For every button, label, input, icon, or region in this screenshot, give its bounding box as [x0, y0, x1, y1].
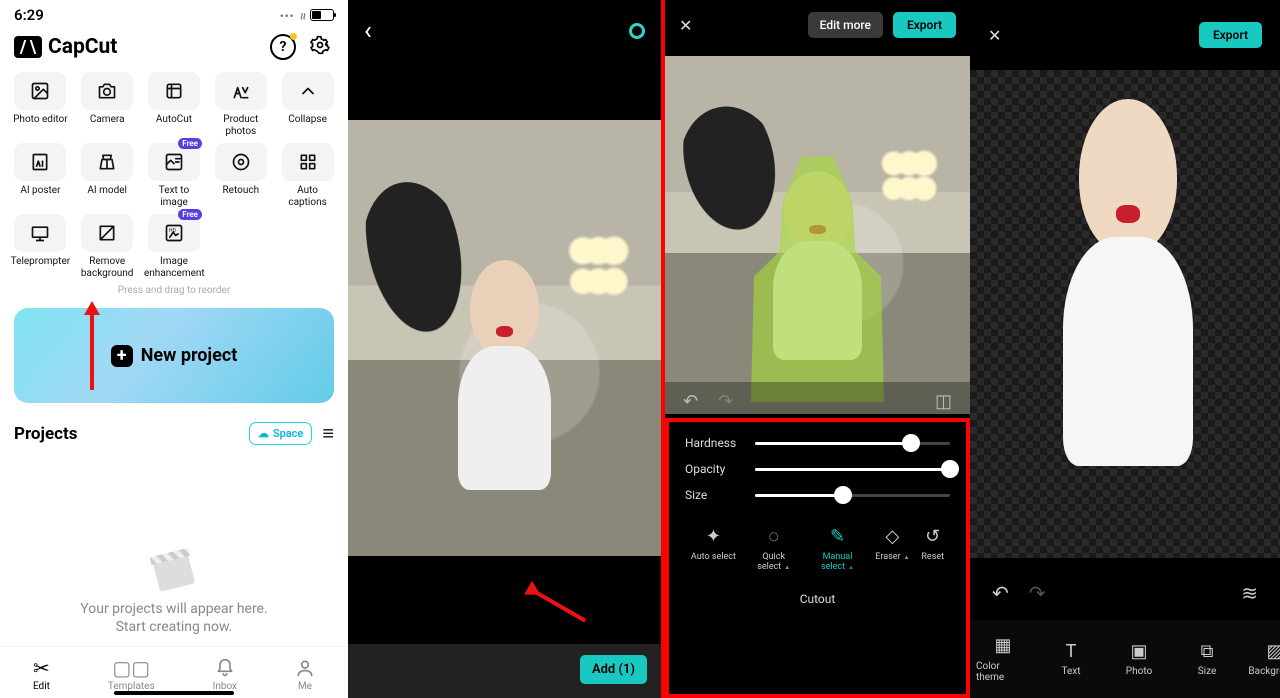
- section-title-cutout: Cutout: [685, 592, 950, 606]
- back-button[interactable]: [364, 16, 372, 46]
- empty-line-2: Start creating now.: [116, 618, 233, 636]
- brand-name: CapCut: [48, 35, 117, 59]
- close-button[interactable]: [988, 26, 1001, 45]
- brand: CapCut: [14, 35, 117, 59]
- bot-photo[interactable]: ▣Photo: [1112, 641, 1166, 677]
- space-button[interactable]: Space: [249, 422, 312, 445]
- status-time: 6:29: [14, 6, 44, 24]
- bottom-toolbar: ▦Color theme TText ▣Photo ⧉Size ▨Backgro…: [970, 620, 1280, 698]
- layers-button[interactable]: [1241, 581, 1258, 605]
- cutout-preview[interactable]: [665, 56, 970, 414]
- tool-manual-select[interactable]: ✎Manual select: [812, 526, 864, 572]
- tool-text-to-image[interactable]: FreeText to image: [144, 143, 205, 208]
- status-bar: 6:29: [0, 0, 348, 26]
- slider-hardness[interactable]: Hardness: [685, 436, 950, 450]
- tool-image-enhancement[interactable]: FreeHDImage enhancement: [144, 214, 205, 279]
- battery-icon: [310, 9, 334, 21]
- slider-size[interactable]: Size: [685, 488, 950, 502]
- settings-button[interactable]: [310, 35, 334, 59]
- tab-inbox[interactable]: Inbox: [213, 657, 237, 692]
- redo-button[interactable]: ↷: [718, 391, 733, 412]
- tab-templates[interactable]: ▢▢Templates: [108, 657, 155, 692]
- bell-icon: [215, 657, 235, 679]
- new-project-label: New project: [141, 345, 238, 366]
- cutout-editor-screen: Edit more Export ↶ ↷ ◫ Hardness Opacity …: [661, 0, 970, 698]
- tab-me[interactable]: Me: [295, 657, 315, 692]
- undo-redo-bar: ↶ ↷ ◫: [665, 382, 970, 420]
- reorder-hint: Press and drag to reorder: [0, 281, 348, 302]
- add-bar: Add (1): [348, 644, 661, 698]
- result-editor-screen: Export ↶ ↷ ▦Color theme TText ▣Photo ⧉Si…: [970, 0, 1280, 698]
- tool-ai-model[interactable]: AI model: [77, 143, 138, 208]
- bot-background[interactable]: ▨Background: [1248, 641, 1280, 677]
- media-picker-screen: Add (1): [348, 0, 661, 698]
- tool-ai-poster[interactable]: AI poster: [10, 143, 71, 208]
- compare-button[interactable]: ◫: [935, 391, 952, 412]
- add-button[interactable]: Add (1): [580, 655, 647, 684]
- bot-color-theme[interactable]: ▦Color theme: [976, 636, 1030, 683]
- tools-grid: Photo editor Camera AutoCut Product phot…: [0, 70, 348, 281]
- picker-header: [348, 0, 661, 62]
- plus-icon: +: [111, 345, 133, 367]
- export-button[interactable]: Export: [1199, 22, 1262, 48]
- wifi-icon: [299, 6, 306, 24]
- tool-photo-editor[interactable]: Photo editor: [10, 72, 71, 137]
- result-header: Export: [970, 0, 1280, 62]
- user-icon: [295, 657, 315, 679]
- cutout-tools: ✦Auto select ◌Quick select ✎Manual selec…: [685, 526, 950, 572]
- capcut-logo-icon: [14, 36, 42, 58]
- cloud-icon: [258, 427, 269, 440]
- capcut-home-screen: 6:29 CapCut ? Photo editor Camera AutoCu…: [0, 0, 348, 698]
- bot-size[interactable]: ⧉Size: [1180, 641, 1234, 677]
- tool-reset[interactable]: ↺Reset: [921, 526, 944, 572]
- tab-edit[interactable]: ✂Edit: [33, 657, 50, 692]
- tool-auto-captions[interactable]: Auto captions: [277, 143, 338, 208]
- cutout-controls-panel: Hardness Opacity Size ✦Auto select ◌Quic…: [665, 418, 970, 698]
- tool-collapse[interactable]: Collapse: [277, 72, 338, 137]
- signal-icon: [280, 6, 295, 24]
- undo-button[interactable]: ↶: [992, 581, 1009, 605]
- empty-line-1: Your projects will appear here.: [80, 600, 267, 618]
- editor-header: Edit more Export: [665, 0, 970, 50]
- projects-title: Projects: [14, 424, 77, 444]
- tool-autocut[interactable]: AutoCut: [144, 72, 205, 137]
- slider-opacity[interactable]: Opacity: [685, 462, 950, 476]
- tool-eraser[interactable]: ◇Eraser: [875, 526, 909, 572]
- result-preview[interactable]: [970, 70, 1280, 558]
- tool-teleprompter[interactable]: Teleprompter: [10, 214, 71, 279]
- home-indicator: [114, 691, 234, 695]
- export-button[interactable]: Export: [893, 12, 956, 38]
- bot-text[interactable]: TText: [1044, 641, 1098, 677]
- close-button[interactable]: [679, 16, 692, 35]
- undo-redo-bar: ↶ ↷: [970, 574, 1280, 612]
- app-header: CapCut ?: [0, 26, 348, 70]
- edit-more-button[interactable]: Edit more: [808, 12, 883, 38]
- redo-button[interactable]: ↷: [1029, 581, 1046, 605]
- tool-remove-background[interactable]: Remove background: [77, 214, 138, 279]
- templates-icon: ▢▢: [112, 657, 150, 679]
- clapper-icon: [153, 554, 195, 592]
- subject: [433, 260, 577, 548]
- tool-camera[interactable]: Camera: [77, 72, 138, 137]
- selection-indicator-icon[interactable]: [629, 23, 645, 39]
- tool-product-photos[interactable]: Product photos: [210, 72, 271, 137]
- help-button[interactable]: ?: [270, 34, 296, 60]
- svg-text:HD: HD: [169, 228, 176, 234]
- tool-retouch[interactable]: Retouch: [210, 143, 271, 208]
- undo-button[interactable]: ↶: [683, 391, 698, 412]
- tool-auto-select[interactable]: ✦Auto select: [691, 526, 736, 572]
- tool-quick-select[interactable]: ◌Quick select: [748, 526, 800, 572]
- sort-button[interactable]: [322, 421, 334, 446]
- scissors-icon: ✂: [33, 657, 50, 679]
- new-project-button[interactable]: + New project: [14, 308, 334, 403]
- projects-header: Projects Space: [0, 415, 348, 452]
- photo-preview[interactable]: [348, 120, 661, 556]
- cutout-subject: [1001, 99, 1255, 558]
